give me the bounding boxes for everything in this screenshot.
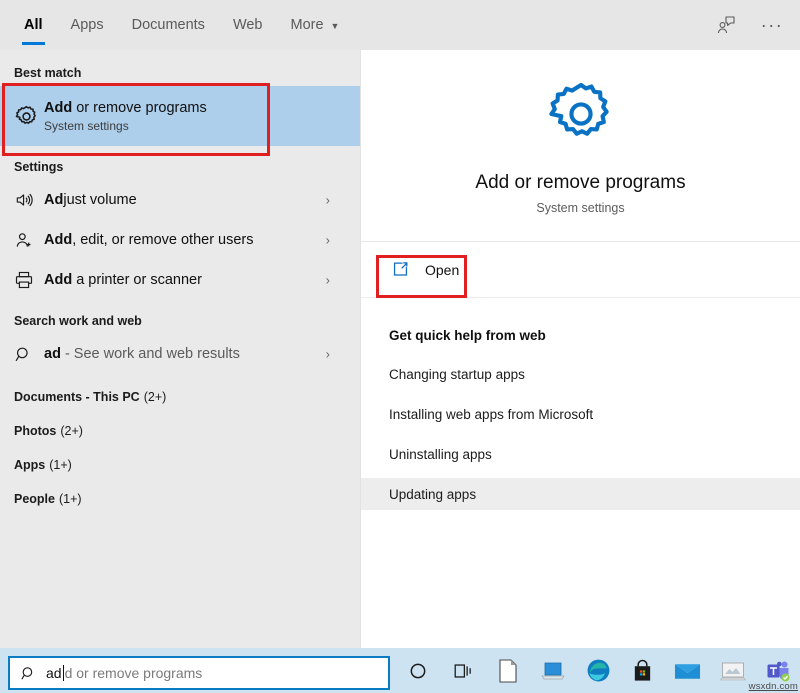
mail-icon[interactable] [665,648,710,693]
preview-hero: Add or remove programs System settings [361,50,800,242]
web-result-title: ad - See work and web results [44,345,240,363]
search-icon [14,345,44,364]
category-count: (1+) [49,458,72,472]
gear-icon [14,104,44,129]
more-options-glyph: ··· [761,16,783,34]
result-title-match: Add [44,100,72,116]
open-button-label: Open [425,262,459,278]
result-title-rest: or remove programs [72,100,207,116]
preview-panel: Add or remove programs System settings O… [360,50,800,648]
setting-add-printer-or-scanner[interactable]: Add a printer or scanner › [0,260,360,300]
tab-more[interactable]: More ▼ [277,0,354,50]
open-button[interactable]: Open [361,242,800,298]
web-result-match: ad [44,346,61,362]
document-app-icon[interactable] [486,648,531,693]
volume-icon [14,190,44,210]
setting-labels: Adjust volume [44,191,137,209]
web-result-labels: ad - See work and web results [44,345,240,363]
category-count: (1+) [59,492,82,506]
cortana-circle-icon[interactable] [396,648,441,693]
help-link-changing-startup-apps[interactable]: Changing startup apps [361,358,800,390]
help-link-uninstalling-apps[interactable]: Uninstalling apps [361,438,800,470]
result-labels: Add or remove programs System settings [44,99,207,133]
setting-title: Add a printer or scanner [44,271,202,289]
add-user-icon [14,230,44,250]
search-suggestion-text: d or remove programs [65,665,203,681]
setting-title-rest: a printer or scanner [72,272,202,288]
chevron-down-icon: ▼ [331,21,340,31]
tab-apps[interactable]: Apps [57,0,118,50]
taskbar-icons: wsxdn.com [396,648,800,693]
open-external-icon [391,260,425,279]
result-title: Add or remove programs [44,99,207,117]
tab-documents[interactable]: Documents [118,0,219,50]
tab-list: All Apps Documents Web More ▼ [0,0,353,50]
tab-web-label: Web [233,17,263,33]
setting-labels: Add, edit, or remove other users [44,231,254,249]
setting-title-match: Add [44,232,72,248]
setting-title-match: Add [44,272,72,288]
web-result-rest: - See work and web results [61,346,240,362]
category-people[interactable]: People (1+) [0,482,360,516]
category-count: (2+) [60,424,83,438]
site-watermark: wsxdn.com [749,681,798,692]
category-documents-this-pc[interactable]: Documents - This PC (2+) [0,380,360,414]
best-match-header: Best match [0,60,360,86]
help-link-installing-web-apps[interactable]: Installing web apps from Microsoft [361,398,800,430]
chevron-right-icon[interactable]: › [326,347,330,362]
search-work-and-web-header: Search work and web [0,308,360,334]
printer-icon [14,270,44,290]
category-label: Apps [14,458,45,472]
setting-title-rest: just volume [63,192,136,208]
setting-adjust-volume[interactable]: Adjust volume › [0,180,360,220]
search-input-text: add or remove programs [46,665,202,681]
category-photos[interactable]: Photos (2+) [0,414,360,448]
chevron-right-icon[interactable]: › [326,193,330,208]
category-label: Documents - This PC [14,390,140,404]
setting-labels: Add a printer or scanner [44,271,202,289]
result-subtitle: System settings [44,119,207,133]
chevron-right-icon[interactable]: › [326,233,330,248]
search-filter-tabbar: All Apps Documents Web More ▼ [0,0,800,50]
preview-title: Add or remove programs [475,172,685,194]
setting-add-edit-remove-users[interactable]: Add, edit, or remove other users › [0,220,360,260]
setting-title-rest: , edit, or remove other users [72,232,253,248]
category-label: People [14,492,55,506]
more-options-icon[interactable]: ··· [760,13,784,37]
preview-subtitle: System settings [536,201,624,215]
tab-apps-label: Apps [71,17,104,33]
tabbar-actions: ··· [714,0,800,50]
feedback-person-icon[interactable] [714,13,738,37]
tab-more-label: More [291,17,324,33]
help-link-updating-apps[interactable]: Updating apps [361,478,800,510]
search-icon [20,665,46,682]
web-result-ad[interactable]: ad - See work and web results › [0,334,360,374]
quick-help-section: Get quick help from web Changing startup… [361,298,800,510]
setting-title: Adjust volume [44,191,137,209]
tab-web[interactable]: Web [219,0,277,50]
gear-icon [544,77,618,156]
setting-title-match: Ad [44,192,63,208]
setting-title: Add, edit, or remove other users [44,231,254,249]
remote-desktop-icon[interactable] [531,648,576,693]
text-cursor [63,665,64,681]
quick-help-title: Get quick help from web [361,320,800,350]
tab-documents-label: Documents [132,17,205,33]
search-input[interactable]: add or remove programs [8,656,390,690]
tab-all[interactable]: All [10,0,57,50]
task-view-icon[interactable] [441,648,486,693]
microsoft-store-icon[interactable] [620,648,665,693]
result-add-or-remove-programs[interactable]: Add or remove programs System settings [0,86,360,146]
microsoft-edge-icon[interactable] [576,648,621,693]
start-menu-search-screen: All Apps Documents Web More ▼ [0,0,800,693]
chevron-right-icon[interactable]: › [326,273,330,288]
category-label: Photos [14,424,56,438]
search-results-panel: Best match Add or remove programs System… [0,50,360,648]
tab-all-label: All [24,17,43,33]
settings-header: Settings [0,154,360,180]
category-apps[interactable]: Apps (1+) [0,448,360,482]
category-count: (2+) [144,390,167,404]
search-typed-text: ad [46,665,62,681]
